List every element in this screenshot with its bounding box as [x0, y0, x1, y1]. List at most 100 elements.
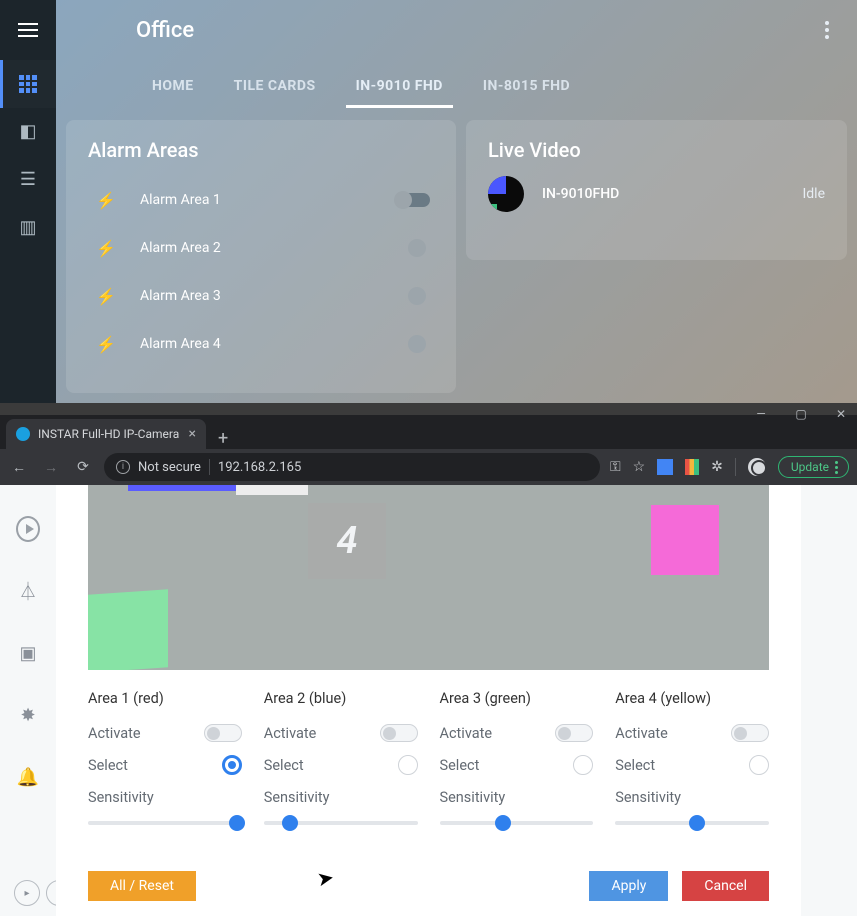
- activate-switch-3[interactable]: [555, 724, 593, 742]
- apply-button[interactable]: Apply: [589, 871, 668, 901]
- live-video-card: Live Video IN-9010FHD Idle: [466, 120, 847, 260]
- alarm-label: Alarm Area 2: [140, 240, 408, 256]
- area-column-4: Area 4 (yellow) Activate Select Sensitiv…: [615, 690, 769, 825]
- sidebar-item-grid[interactable]: [0, 60, 56, 108]
- footer-button-1[interactable]: ▸: [14, 880, 40, 906]
- alarm-radio-4[interactable]: [408, 335, 426, 353]
- camera-thumbnail[interactable]: [488, 176, 524, 212]
- sensitivity-slider-1[interactable]: [88, 821, 242, 825]
- chart-icon: ▥: [19, 219, 36, 237]
- activate-label: Activate: [88, 725, 141, 742]
- camera-preview[interactable]: 4: [88, 485, 769, 670]
- favicon-icon: [16, 427, 30, 441]
- grid-icon: [19, 75, 37, 93]
- update-label: Update: [791, 460, 829, 474]
- person-icon: ◧: [19, 123, 36, 141]
- alarm-row-1: ⚡ Alarm Area 1: [88, 176, 434, 224]
- rail-play[interactable]: [16, 517, 40, 541]
- select-radio-2[interactable]: [398, 755, 418, 775]
- sensitivity-slider-3[interactable]: [440, 821, 594, 825]
- sensitivity-label: Sensitivity: [615, 789, 681, 806]
- site-info-icon[interactable]: i: [116, 460, 130, 474]
- sensitivity-slider-2[interactable]: [264, 821, 418, 825]
- sidebar-item-list[interactable]: ☰: [0, 156, 56, 204]
- area-title: Area 1 (red): [88, 690, 242, 707]
- bolt-icon: ⚡: [94, 335, 118, 354]
- activate-label: Activate: [440, 725, 493, 742]
- app-sidebar: ◧ ☰ ▥: [0, 0, 56, 403]
- activate-switch-1[interactable]: [204, 724, 242, 742]
- preview-note-green: [88, 589, 168, 670]
- translate-icon[interactable]: [657, 459, 673, 475]
- back-button[interactable]: ←: [8, 456, 30, 478]
- browser-toolbar: ← → ⟳ i Not secure 192.168.2.165 ⚿ ☆ ✲ U…: [0, 449, 857, 485]
- tab-tile-cards[interactable]: TILE CARDS: [214, 64, 336, 108]
- page-left-rail: ⏃ ▣ ✸ 🔔: [0, 485, 56, 916]
- update-button[interactable]: Update: [778, 456, 849, 478]
- select-label: Select: [264, 757, 304, 774]
- alarm-toggle-1[interactable]: [396, 193, 430, 207]
- alarm-radio-2[interactable]: [408, 239, 426, 257]
- select-label: Select: [88, 757, 128, 774]
- page-title: Office: [136, 18, 194, 43]
- alarm-label: Alarm Area 3: [140, 288, 408, 304]
- window-close-button[interactable]: ✕: [831, 407, 851, 421]
- tab-home[interactable]: HOME: [132, 64, 214, 108]
- alarm-row-2: ⚡ Alarm Area 2: [88, 224, 434, 272]
- areas-panel: 4 Area 1 (red) Activate Select Sensitivi…: [56, 485, 801, 916]
- window-minimize-button[interactable]: —: [751, 407, 771, 421]
- live-heading: Live Video: [488, 138, 825, 162]
- star-icon[interactable]: ☆: [633, 459, 646, 475]
- select-radio-4[interactable]: [749, 755, 769, 775]
- app-header: Office: [56, 0, 857, 60]
- select-radio-1[interactable]: [222, 755, 242, 775]
- tab-in-8015[interactable]: IN-8015 FHD: [463, 64, 590, 108]
- alarm-row-3: ⚡ Alarm Area 3: [88, 272, 434, 320]
- sensitivity-label: Sensitivity: [88, 789, 154, 806]
- kebab-icon: [835, 466, 838, 469]
- alarm-heading: Alarm Areas: [88, 138, 434, 162]
- menu-button[interactable]: [0, 0, 56, 60]
- tab-in-9010[interactable]: IN-9010 FHD: [336, 64, 463, 108]
- top-tabs: HOME TILE CARDS IN-9010 FHD IN-8015 FHD: [56, 62, 857, 110]
- browser-tabstrip: INSTAR Full-HD IP-Camera × +: [0, 415, 857, 449]
- sensitivity-label: Sensitivity: [440, 789, 506, 806]
- select-radio-3[interactable]: [573, 755, 593, 775]
- area-title: Area 2 (blue): [264, 690, 418, 707]
- address-bar[interactable]: i Not secure 192.168.2.165: [104, 453, 600, 481]
- alarm-label: Alarm Area 4: [140, 336, 408, 352]
- new-tab-button[interactable]: +: [206, 428, 240, 449]
- all-reset-button[interactable]: All / Reset: [88, 871, 196, 901]
- profile-avatar-icon[interactable]: [748, 458, 766, 476]
- area-column-3: Area 3 (green) Activate Select Sensitivi…: [440, 690, 594, 825]
- alarm-radio-3[interactable]: [408, 287, 426, 305]
- window-maximize-button[interactable]: ▢: [791, 407, 811, 421]
- activate-switch-4[interactable]: [731, 724, 769, 742]
- rail-alarm[interactable]: 🔔: [16, 765, 40, 789]
- cancel-button[interactable]: Cancel: [682, 871, 769, 901]
- activate-switch-2[interactable]: [380, 724, 418, 742]
- sidebar-item-person[interactable]: ◧: [0, 108, 56, 156]
- reload-button[interactable]: ⟳: [72, 456, 94, 478]
- browser-tab-title: INSTAR Full-HD IP-Camera: [38, 427, 179, 441]
- more-menu-button[interactable]: [817, 20, 837, 40]
- key-icon[interactable]: ⚿: [610, 459, 621, 475]
- extension-icon[interactable]: [685, 459, 699, 475]
- rail-network[interactable]: ⏃: [16, 579, 40, 603]
- sidebar-item-chart[interactable]: ▥: [0, 204, 56, 252]
- settings-gear-icon[interactable]: ✲: [711, 459, 723, 475]
- close-tab-button[interactable]: ×: [189, 427, 196, 441]
- camera-status: Idle: [802, 186, 825, 202]
- sensitivity-slider-4[interactable]: [615, 821, 769, 825]
- rail-settings[interactable]: ✸: [16, 703, 40, 727]
- browser-window: — ▢ ✕ INSTAR Full-HD IP-Camera × + ← → ⟳…: [0, 403, 857, 916]
- area-overlay-4[interactable]: 4: [308, 503, 386, 579]
- rail-image[interactable]: ▣: [16, 641, 40, 665]
- bolt-icon: ⚡: [94, 239, 118, 258]
- forward-button[interactable]: →: [40, 456, 62, 478]
- alarm-areas-card: Alarm Areas ⚡ Alarm Area 1 ⚡ Alarm Area …: [66, 120, 456, 393]
- browser-tab[interactable]: INSTAR Full-HD IP-Camera ×: [6, 419, 206, 449]
- area-column-1: Area 1 (red) Activate Select Sensitivity: [88, 690, 242, 825]
- sensitivity-label: Sensitivity: [264, 789, 330, 806]
- alarm-label: Alarm Area 1: [140, 192, 396, 208]
